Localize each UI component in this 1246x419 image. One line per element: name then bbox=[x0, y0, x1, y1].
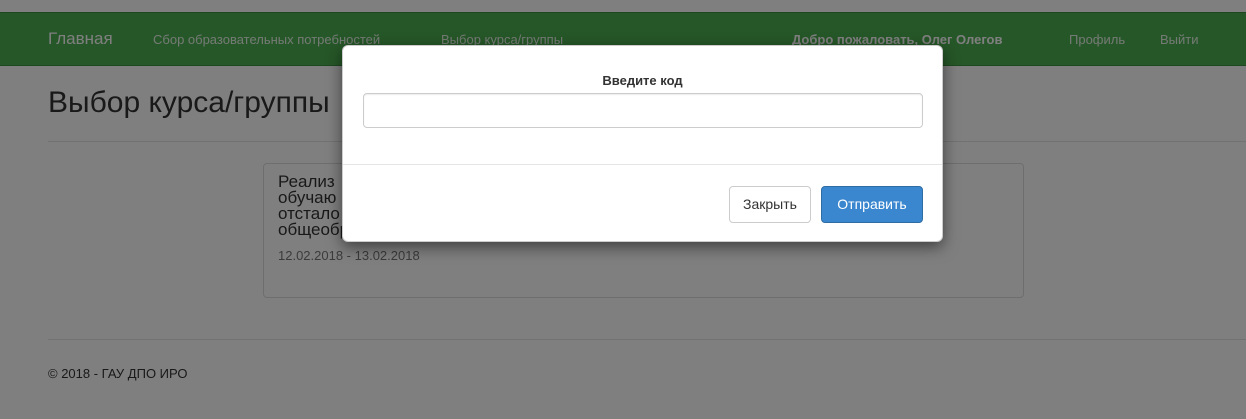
modal-footer-divider bbox=[343, 164, 942, 165]
send-button[interactable]: Отправить bbox=[821, 186, 923, 223]
modal-title: Введите код bbox=[602, 73, 683, 88]
code-input[interactable] bbox=[363, 93, 923, 128]
enter-code-modal: Введите код Закрыть Отправить bbox=[342, 45, 943, 242]
close-button[interactable]: Закрыть bbox=[729, 186, 811, 223]
